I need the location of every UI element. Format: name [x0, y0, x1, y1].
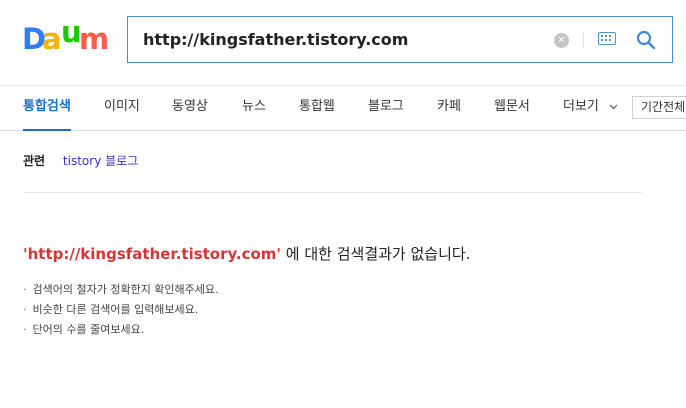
no-result-text: 에 대한 검색결과가 없습니다. — [281, 245, 471, 263]
tip-item: 비슷한 다른 검색어를 입력해보세요. — [23, 301, 219, 321]
chevron-down-icon — [609, 104, 618, 109]
tab-integrated-search[interactable]: 통합검색 — [23, 86, 71, 131]
logo-letter-m: m — [79, 22, 110, 56]
search-tabs: 통합검색 이미지 동영상 뉴스 통합웹 블로그 카페 웹문서 더보기 기간전체 — [0, 86, 686, 131]
logo-letter-a: a — [42, 22, 62, 56]
tip-item: 단어의 수를 줄여보세요. — [23, 321, 219, 341]
clear-icon[interactable]: ✕ — [554, 33, 569, 48]
daum-logo[interactable]: D a u m — [22, 17, 110, 56]
no-result-message: 'http://kingsfather.tistory.com' 에 대한 검색… — [23, 243, 470, 264]
search-input[interactable]: http://kingsfather.tistory.com — [143, 17, 408, 62]
tip-item: 검색어의 철자가 정확한지 확인해주세요. — [23, 281, 219, 301]
tab-news[interactable]: 뉴스 — [242, 86, 266, 130]
tab-cafe[interactable]: 카페 — [437, 86, 461, 130]
tab-images[interactable]: 이미지 — [104, 86, 140, 130]
period-filter[interactable]: 기간전체 — [632, 96, 686, 119]
tab-web-documents[interactable]: 웹문서 — [494, 86, 530, 130]
related-label: 관련 — [23, 154, 46, 168]
search-icon[interactable] — [636, 30, 656, 50]
tab-integrated-web[interactable]: 통합웹 — [299, 86, 335, 130]
search-tips: 검색어의 철자가 정확한지 확인해주세요. 비슷한 다른 검색어를 입력해보세요… — [23, 281, 219, 341]
related-link-tistory-blog[interactable]: tistory 블로그 — [63, 154, 138, 168]
tab-more[interactable]: 더보기 — [563, 86, 618, 130]
no-result-query: 'http://kingsfather.tistory.com' — [23, 245, 282, 263]
header: D a u m http://kingsfather.tistory.com ✕ — [0, 0, 686, 86]
tab-blog[interactable]: 블로그 — [368, 86, 404, 130]
tab-videos[interactable]: 동영상 — [172, 86, 208, 130]
search-box[interactable]: http://kingsfather.tistory.com ✕ — [127, 16, 673, 63]
tab-more-label: 더보기 — [563, 99, 599, 114]
section-divider — [23, 192, 642, 193]
keyboard-icon[interactable] — [598, 32, 616, 45]
divider — [583, 31, 584, 49]
related-searches: 관련 tistory 블로그 — [23, 152, 138, 169]
